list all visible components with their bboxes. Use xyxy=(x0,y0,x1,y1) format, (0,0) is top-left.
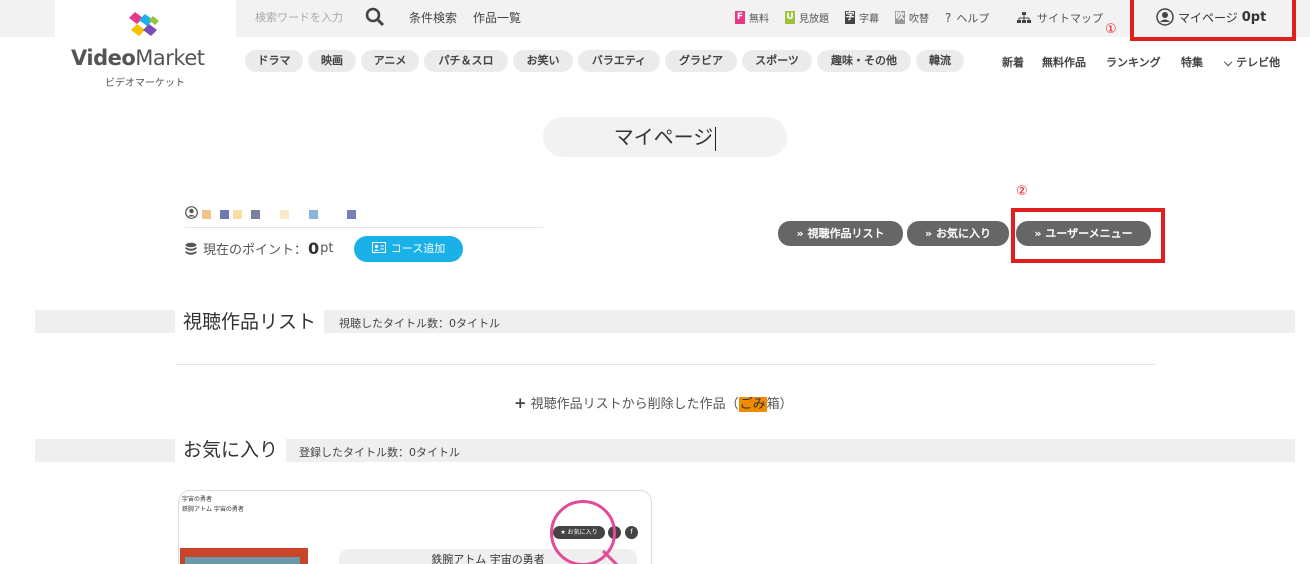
plus-icon: + xyxy=(514,394,527,412)
add-course-button[interactable]: コース追加 xyxy=(354,236,463,262)
annotation-number-1: ① xyxy=(1105,22,1117,37)
category-gravure[interactable]: グラビア xyxy=(665,50,737,72)
username-redacted xyxy=(251,210,260,219)
thumbnail-image-inner xyxy=(185,557,300,564)
advanced-search-link[interactable]: 条件検索 xyxy=(409,9,457,26)
dub-badge-icon: 吹 xyxy=(895,11,905,24)
page-title: マイページ xyxy=(543,117,787,157)
subtitle-filter[interactable]: 字 字幕 xyxy=(845,10,879,25)
category-variety[interactable]: バラエティ xyxy=(578,50,660,72)
chevron-double-down-icon: » xyxy=(925,227,936,240)
title-list-link[interactable]: 作品一覧 xyxy=(473,9,521,26)
chevron-double-down-icon: » xyxy=(796,227,808,240)
category-drama[interactable]: ドラマ xyxy=(245,50,303,72)
nav-free[interactable]: 無料作品 xyxy=(1042,54,1086,70)
trash-link[interactable]: + 視聴作品リストから削除した作品（ごみ箱） xyxy=(514,393,793,412)
annotation-number-2: ② xyxy=(1016,184,1028,199)
history-count: 視聴したタイトル数：0タイトル xyxy=(339,317,500,330)
current-points: 現在のポイント： 0 pt xyxy=(185,239,334,258)
user-icon xyxy=(185,206,198,219)
help-icon: ? xyxy=(945,11,952,25)
category-comedy[interactable]: お笑い xyxy=(513,50,573,72)
logo[interactable]: VideoMarket ビデオマーケット xyxy=(55,0,236,95)
text-cursor xyxy=(715,126,717,151)
category-korean[interactable]: 韓流 xyxy=(916,50,964,72)
category-hobby[interactable]: 趣味・その他 xyxy=(817,50,911,72)
annotation-box-2 xyxy=(1011,208,1165,263)
username-redacted xyxy=(280,210,289,219)
help-link[interactable]: ? ヘルプ xyxy=(945,10,989,26)
username-redacted xyxy=(309,210,318,219)
category-anime[interactable]: アニメ xyxy=(361,50,419,72)
id-card-icon xyxy=(371,242,386,253)
facebook-icon: f xyxy=(625,526,638,539)
search-icon[interactable] xyxy=(365,7,385,27)
logo-mark-icon xyxy=(129,12,159,36)
category-pachislo[interactable]: パチ＆スロ xyxy=(424,50,508,72)
dub-filter[interactable]: 吹 吹替 xyxy=(895,10,929,25)
unlimited-badge-icon: U xyxy=(785,11,795,24)
category-sports[interactable]: スポーツ xyxy=(742,50,812,72)
logo-text: VideoMarket xyxy=(71,46,205,70)
favorites-button[interactable]: » お気に入り xyxy=(907,221,1009,246)
subtitle-badge-icon: 字 xyxy=(845,11,855,24)
unlimited-filter[interactable]: U 見放題 xyxy=(785,10,829,25)
username-redacted xyxy=(347,210,356,219)
history-list-button[interactable]: » 視聴作品リスト xyxy=(778,221,903,246)
username-redacted xyxy=(202,210,211,219)
divider xyxy=(175,364,1155,365)
coins-icon xyxy=(185,242,197,255)
nav-new[interactable]: 新着 xyxy=(1002,54,1024,70)
sitemap-icon xyxy=(1017,12,1031,23)
nav-ranking[interactable]: ランキング xyxy=(1106,54,1161,70)
chevron-down-icon: ⌵ xyxy=(1224,56,1237,69)
nav-feature[interactable]: 特集 xyxy=(1181,54,1203,70)
sitemap-link[interactable]: サイトマップ xyxy=(1017,10,1103,26)
favorites-section-title: お気に入り xyxy=(175,435,287,465)
username-redacted xyxy=(233,210,242,219)
free-filter[interactable]: F 無料 xyxy=(735,10,769,25)
favorites-count: 登録したタイトル数：0タイトル xyxy=(299,446,460,459)
category-movie[interactable]: 映画 xyxy=(308,50,356,72)
annotation-box-1 xyxy=(1130,0,1296,41)
username-redacted xyxy=(220,210,229,219)
divider xyxy=(185,227,543,228)
free-badge-icon: F xyxy=(735,11,745,24)
logo-subtitle: ビデオマーケット xyxy=(105,78,185,89)
history-section-title: 視聴作品リスト xyxy=(175,307,325,337)
nav-tv[interactable]: ⌵ テレビ他 xyxy=(1224,54,1280,70)
